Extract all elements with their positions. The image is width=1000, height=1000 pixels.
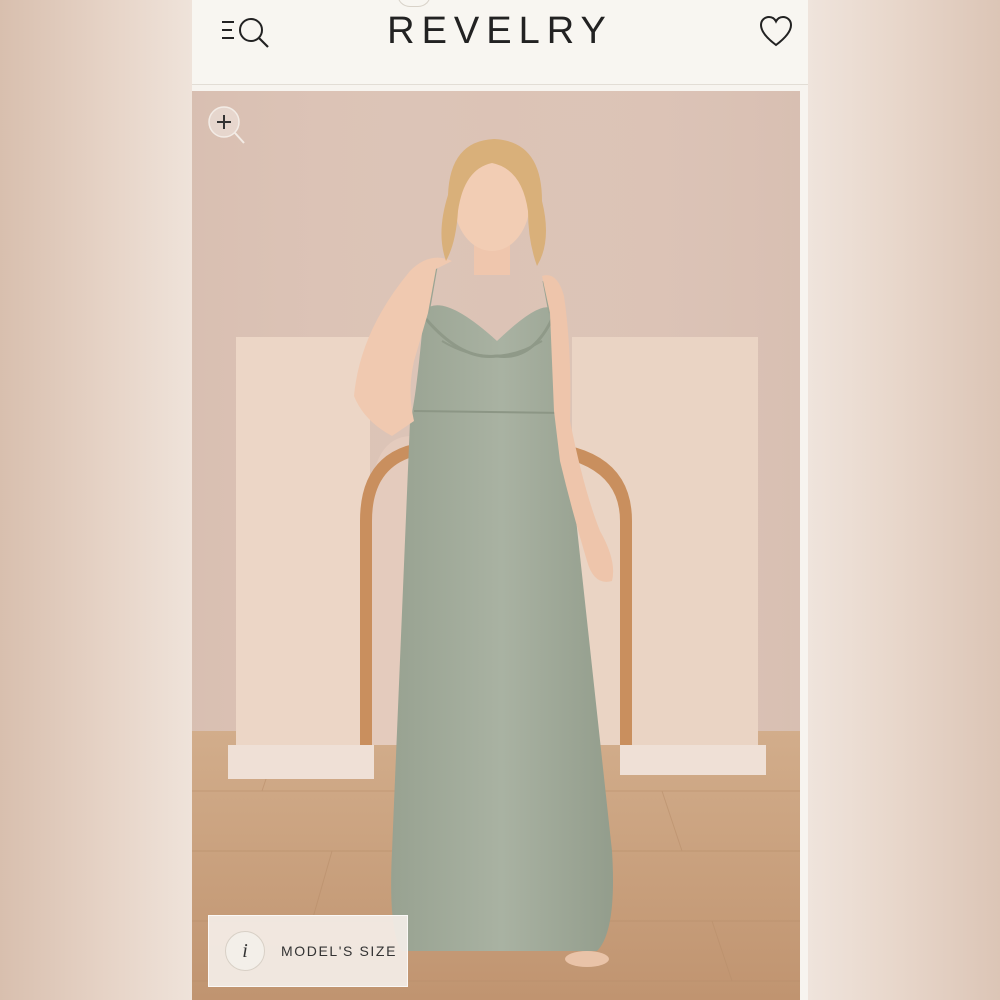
top-navigation-bar: REVELRY: [192, 0, 808, 85]
heart-icon[interactable]: [758, 14, 794, 50]
background-left-blur: [0, 0, 192, 1000]
product-page: REVELRY i MODEL'S SIZE: [192, 0, 808, 1000]
background-right-blur: [808, 0, 1000, 1000]
product-photo[interactable]: i MODEL'S SIZE: [192, 91, 800, 1000]
zoom-in-icon[interactable]: [204, 103, 248, 147]
brand-logo[interactable]: REVELRY: [192, 10, 808, 53]
info-icon: i: [225, 931, 265, 971]
model-size-button[interactable]: i MODEL'S SIZE: [208, 915, 408, 987]
top-indicator: [397, 0, 431, 7]
model-size-label: MODEL'S SIZE: [281, 943, 398, 959]
model-photo-illustration: [192, 91, 800, 1000]
